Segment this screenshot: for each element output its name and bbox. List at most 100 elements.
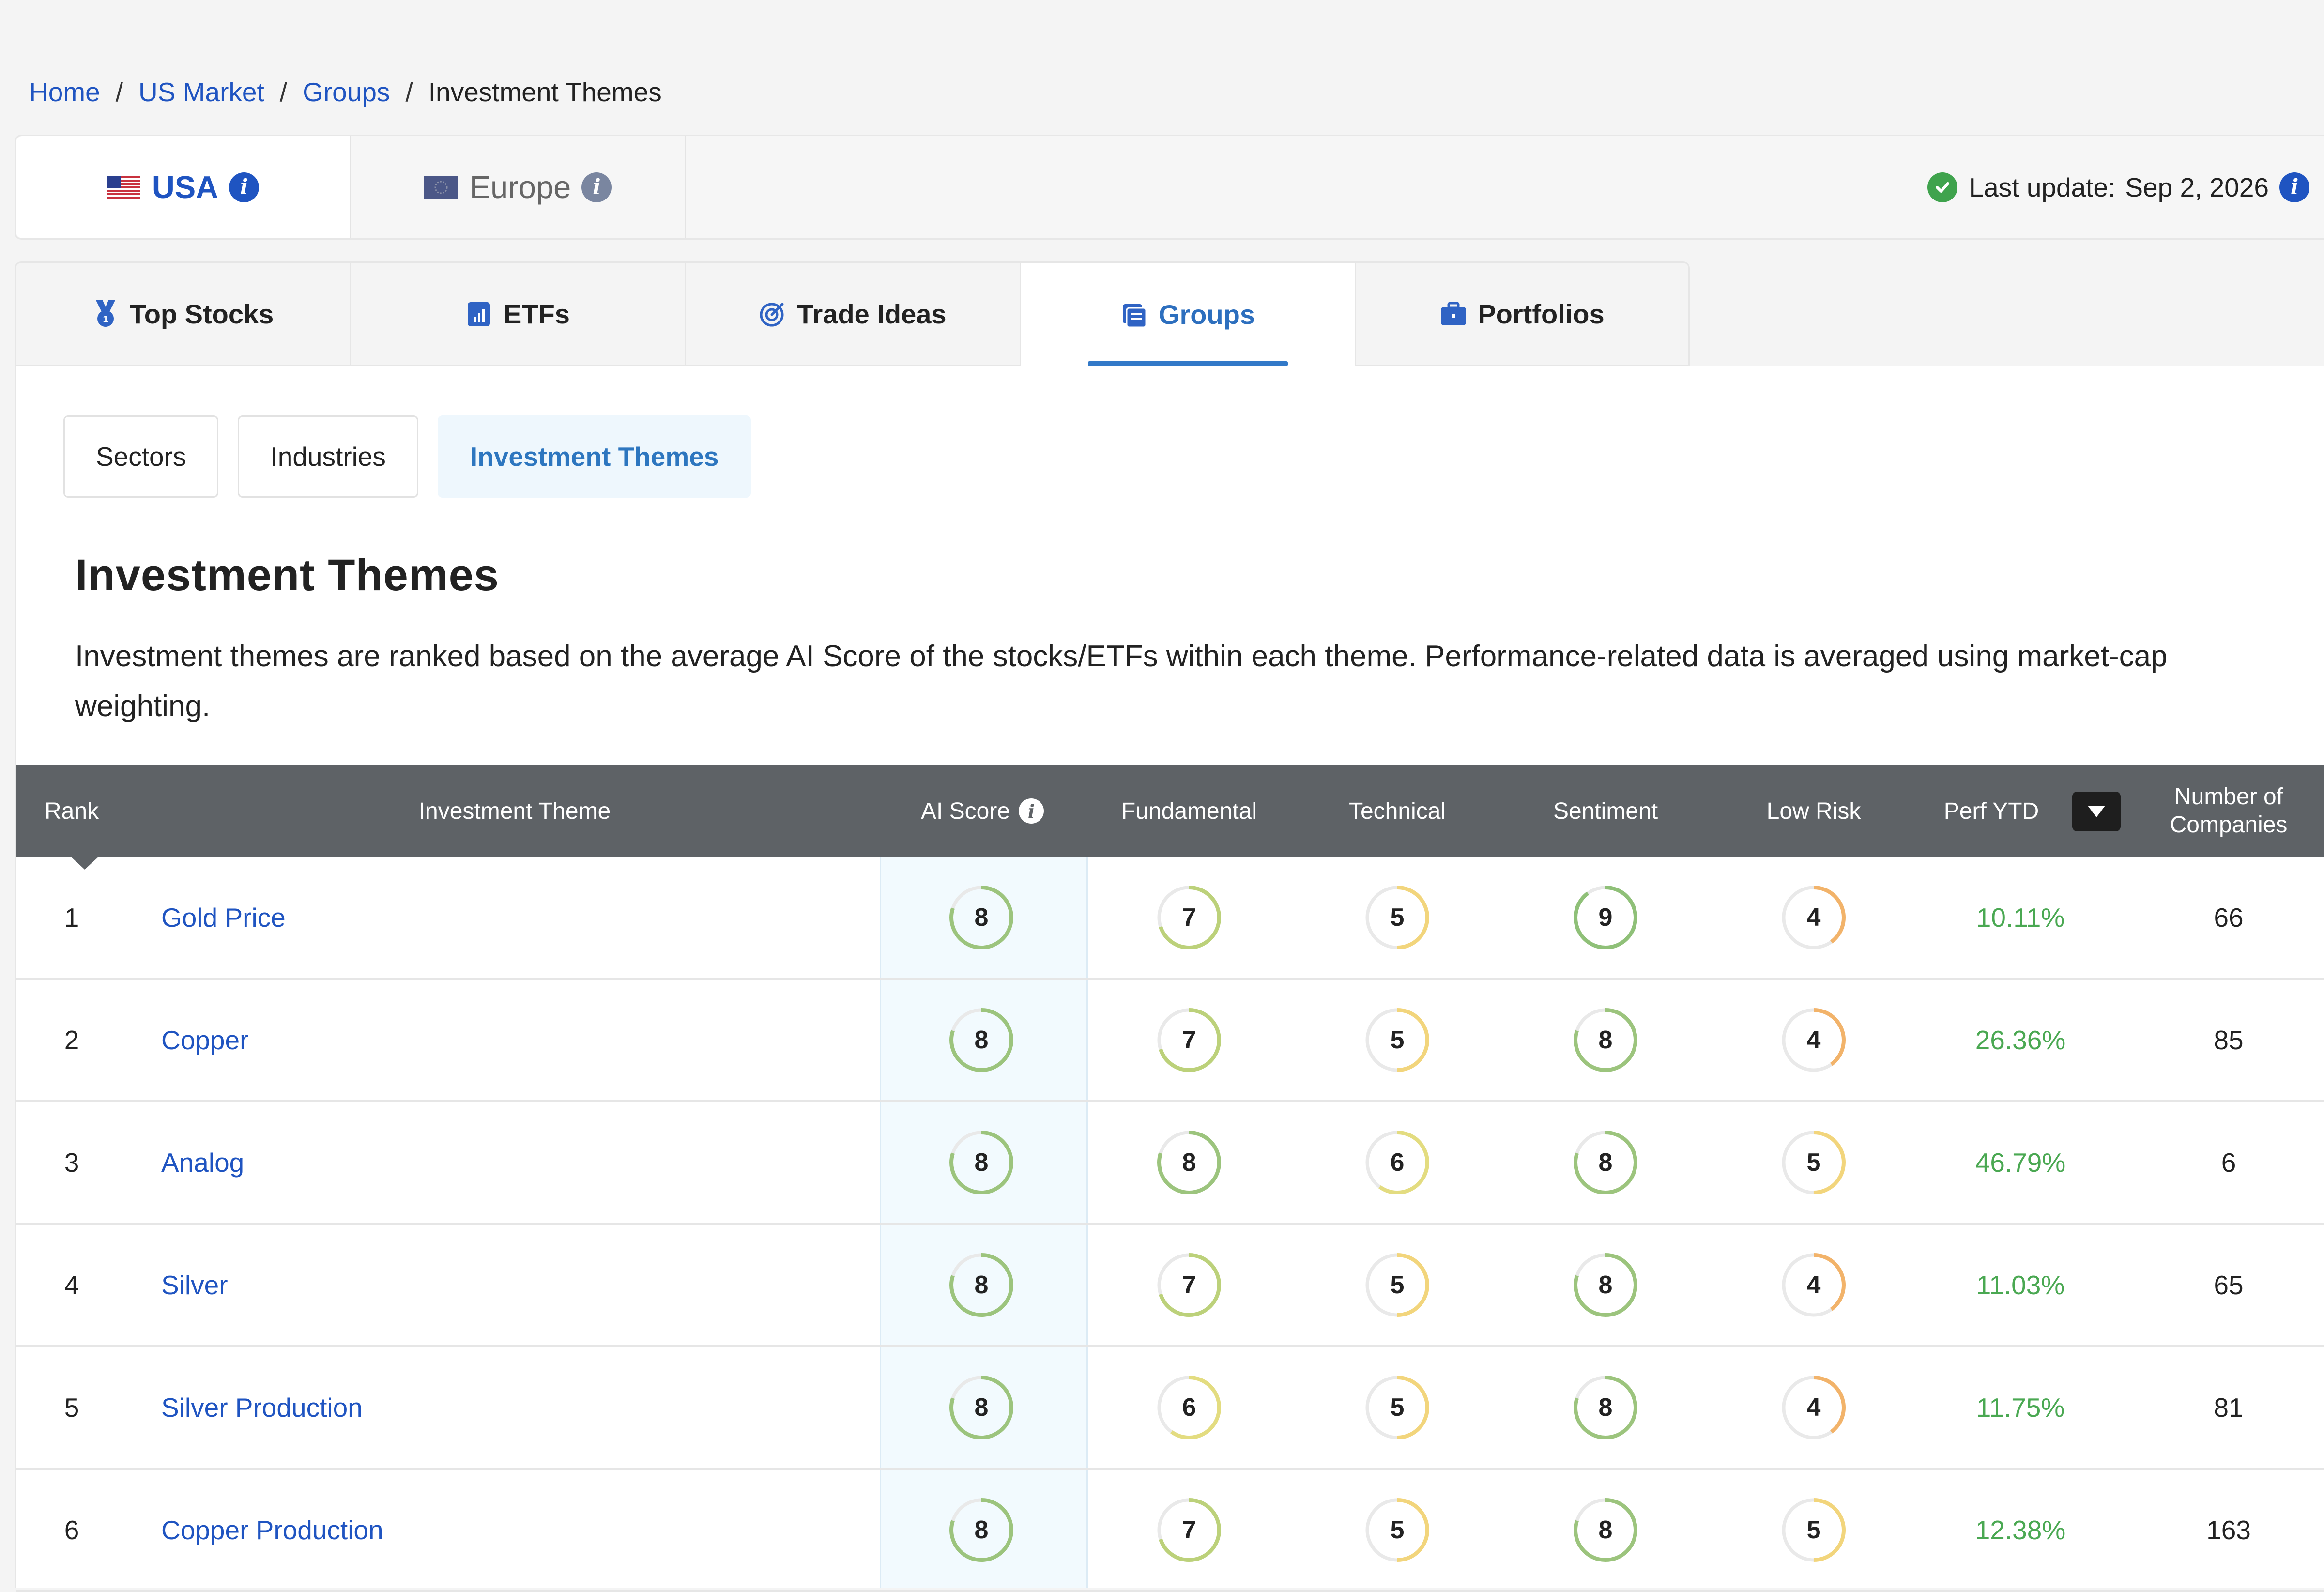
table-row[interactable]: 4 Silver 8 7 5 8 4 11.03% 65 [16, 1225, 2324, 1347]
row-rank: 3 [64, 1147, 79, 1178]
breadcrumb-separator: / [279, 77, 288, 107]
score-value: 5 [1390, 1393, 1405, 1422]
row-perf-ytd: 10.11% [1976, 902, 2065, 933]
score-value: 8 [1598, 1026, 1613, 1054]
score-ring: 5 [1363, 1006, 1431, 1074]
score-value: 7 [1182, 903, 1196, 932]
score-value: 4 [1806, 1271, 1821, 1299]
col-perf-ytd[interactable]: Perf YTD [1914, 765, 2069, 857]
info-icon[interactable]: i [2279, 172, 2309, 202]
score-ring: 8 [1155, 1129, 1223, 1196]
col-ai-score[interactable]: AI Score i [880, 765, 1085, 857]
tab-etfs[interactable]: ETFs [350, 261, 685, 366]
low-risk-gauge: 4 [1712, 980, 1915, 1100]
region-bar: USA i Europe i Last update: Sep 2, 2026 … [15, 135, 2324, 240]
sentiment-gauge: 8 [1504, 1102, 1707, 1223]
col-investment-theme[interactable]: Investment Theme [287, 765, 742, 857]
score-value: 6 [1390, 1148, 1405, 1177]
fundamental-gauge: 7 [1087, 1225, 1291, 1345]
region-label-europe: Europe [469, 169, 571, 205]
score-value: 5 [1390, 1515, 1405, 1544]
low-risk-gauge: 4 [1712, 1225, 1915, 1345]
tab-portfolios[interactable]: Portfolios [1355, 261, 1690, 366]
col-technical[interactable]: Technical [1293, 765, 1501, 857]
row-company-count: 6 [2221, 1147, 2236, 1178]
row-theme-link[interactable]: Silver [161, 1225, 228, 1345]
score-ring: 8 [948, 1129, 1015, 1196]
tab-trade-ideas[interactable]: Trade Ideas [685, 261, 1020, 366]
info-icon[interactable]: i [1019, 798, 1044, 824]
row-company-count: 65 [2214, 1270, 2244, 1300]
content-panel: Sectors Industries Investment Themes Inv… [15, 366, 2324, 1592]
info-icon[interactable]: i [229, 172, 260, 202]
subtab-sectors[interactable]: Sectors [63, 415, 219, 498]
subtab-industries[interactable]: Industries [238, 415, 418, 498]
medal-icon: 1 [95, 300, 115, 327]
score-value: 8 [974, 1393, 989, 1422]
fundamental-gauge: 7 [1087, 980, 1291, 1100]
breadcrumb-us-market[interactable]: US Market [138, 77, 264, 107]
technical-gauge: 6 [1296, 1102, 1499, 1223]
breadcrumb-groups[interactable]: Groups [303, 77, 390, 107]
table-row[interactable]: 2 Copper 8 7 5 8 4 26.36% 85 [16, 980, 2324, 1102]
row-rank: 6 [64, 1515, 79, 1545]
col-low-risk[interactable]: Low Risk [1710, 765, 1918, 857]
page-title: Investment Themes [75, 551, 499, 600]
row-theme-link[interactable]: Analog [161, 1102, 244, 1223]
briefcase-icon [1441, 302, 1467, 325]
row-theme-link[interactable]: Silver Production [161, 1347, 363, 1468]
fundamental-gauge: 7 [1087, 857, 1291, 978]
col-rank[interactable]: Rank [16, 765, 127, 857]
table-row[interactable]: 6 Copper Production 8 7 5 8 5 12.38% 163 [16, 1470, 2324, 1592]
row-theme-link[interactable]: Gold Price [161, 857, 286, 978]
fundamental-gauge: 7 [1087, 1470, 1291, 1590]
score-value: 4 [1806, 1026, 1821, 1054]
technical-gauge: 5 [1296, 1225, 1499, 1345]
score-ring: 5 [1363, 1374, 1431, 1441]
subtab-investment-themes[interactable]: Investment Themes [437, 415, 751, 498]
row-perf-ytd: 26.36% [1975, 1025, 2066, 1055]
score-value: 8 [974, 1026, 989, 1054]
sentiment-gauge: 8 [1504, 1347, 1707, 1468]
score-value: 8 [1182, 1148, 1196, 1177]
breadcrumb-current: Investment Themes [428, 77, 662, 107]
score-ring: 6 [1155, 1374, 1223, 1441]
row-theme-link[interactable]: Copper Production [161, 1470, 383, 1590]
sentiment-gauge: 8 [1504, 1225, 1707, 1345]
col-number-of-companies[interactable]: Number of Companies [2137, 765, 2321, 857]
table-row[interactable]: 5 Silver Production 8 6 5 8 4 11.75% 81 [16, 1347, 2324, 1470]
sub-tabs: Sectors Industries Investment Themes [63, 415, 770, 498]
ai-score-gauge: 8 [880, 980, 1083, 1100]
col-fundamental[interactable]: Fundamental [1085, 765, 1293, 857]
row-perf-ytd: 11.03% [1976, 1270, 2065, 1300]
tab-groups[interactable]: Groups [1020, 261, 1355, 366]
score-value: 5 [1390, 1026, 1405, 1054]
score-value: 5 [1390, 903, 1405, 932]
tab-label: Trade Ideas [797, 298, 947, 329]
region-tab-europe[interactable]: Europe i [351, 136, 686, 238]
region-tab-usa[interactable]: USA i [16, 136, 351, 238]
tab-label: Groups [1158, 299, 1255, 330]
technical-gauge: 5 [1296, 857, 1499, 978]
table-body: 1 Gold Price 8 7 5 9 4 10.11% 66 2 Coppe… [16, 857, 2324, 1592]
score-value: 8 [1598, 1271, 1613, 1299]
main-tabs: 1 Top Stocks ETFs Trade Ideas Groups Por… [15, 261, 1690, 366]
eu-flag-icon [424, 176, 458, 199]
sort-desc-button[interactable] [2072, 792, 2121, 831]
score-value: 5 [1806, 1515, 1821, 1544]
row-rank: 5 [64, 1392, 79, 1423]
last-update: Last update: Sep 2, 2026 i [1927, 136, 2309, 238]
row-theme-link[interactable]: Copper [161, 980, 248, 1100]
score-value: 7 [1182, 1026, 1196, 1054]
ai-score-gauge: 8 [880, 1225, 1083, 1345]
tab-top-stocks[interactable]: 1 Top Stocks [15, 261, 350, 366]
info-icon[interactable]: i [581, 172, 612, 202]
col-sentiment[interactable]: Sentiment [1501, 765, 1710, 857]
row-rank: 4 [64, 1270, 79, 1300]
score-value: 4 [1806, 903, 1821, 932]
score-ring: 8 [1572, 1006, 1639, 1074]
breadcrumb-home[interactable]: Home [29, 77, 100, 107]
table-row[interactable]: 1 Gold Price 8 7 5 9 4 10.11% 66 [16, 857, 2324, 980]
score-value: 8 [974, 1271, 989, 1299]
table-row[interactable]: 3 Analog 8 8 6 8 5 46.79% 6 [16, 1102, 2324, 1225]
